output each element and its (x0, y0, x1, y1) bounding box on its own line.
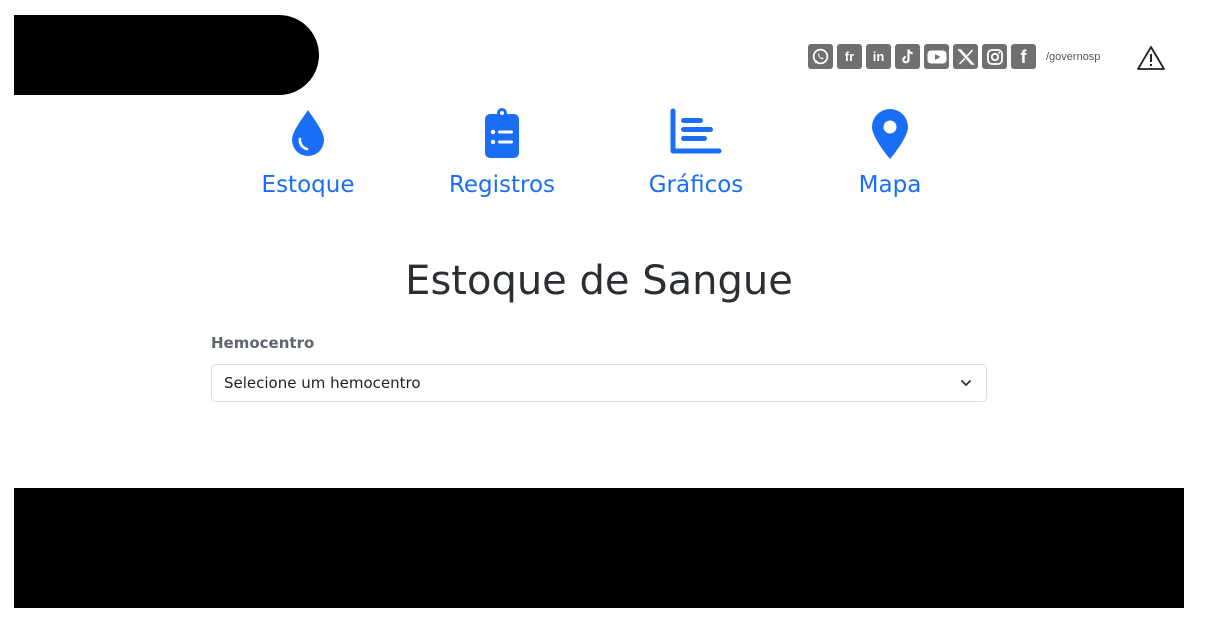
youtube-icon[interactable] (924, 44, 949, 69)
nav-label-graficos: Gráficos (648, 172, 744, 198)
hemocentro-select-value: Selecione um hemocentro (224, 374, 421, 392)
social-handle[interactable]: /governosp (1046, 51, 1100, 63)
chevron-down-icon (961, 380, 971, 386)
x-twitter-icon[interactable] (953, 44, 978, 69)
nav-item-mapa[interactable]: Mapa (810, 108, 970, 198)
footer-banner (14, 488, 1184, 608)
clipboard-list-icon (422, 108, 582, 164)
nav-item-estoque[interactable]: Estoque (228, 108, 388, 198)
flickr-icon[interactable]: fr (837, 44, 862, 69)
page: fr in f /governosp Estoque Registros Grá… (0, 0, 1209, 624)
tiktok-icon[interactable] (895, 44, 920, 69)
main-nav: Estoque Registros Gráficos Mapa (0, 108, 1209, 208)
nav-label-mapa: Mapa (858, 172, 922, 198)
nav-item-registros[interactable]: Registros (422, 108, 582, 198)
nav-item-graficos[interactable]: Gráficos (616, 108, 776, 198)
instagram-icon[interactable] (982, 44, 1007, 69)
social-links: fr in f /governosp (808, 44, 1100, 69)
blood-drop-icon (228, 108, 388, 164)
linkedin-icon[interactable]: in (866, 44, 891, 69)
hemocentro-select[interactable]: Selecione um hemocentro (211, 364, 987, 402)
facebook-icon[interactable]: f (1011, 44, 1036, 69)
page-title: Estoque de Sangue (405, 258, 793, 304)
map-pin-icon (810, 108, 970, 164)
bar-chart-icon (616, 108, 776, 164)
logo-banner[interactable] (14, 15, 319, 95)
hemocentro-label: Hemocentro (211, 334, 315, 352)
whatsapp-icon[interactable] (808, 44, 833, 69)
warning-icon[interactable] (1136, 45, 1166, 71)
nav-label-registros: Registros (448, 172, 556, 198)
nav-label-estoque: Estoque (261, 172, 355, 198)
